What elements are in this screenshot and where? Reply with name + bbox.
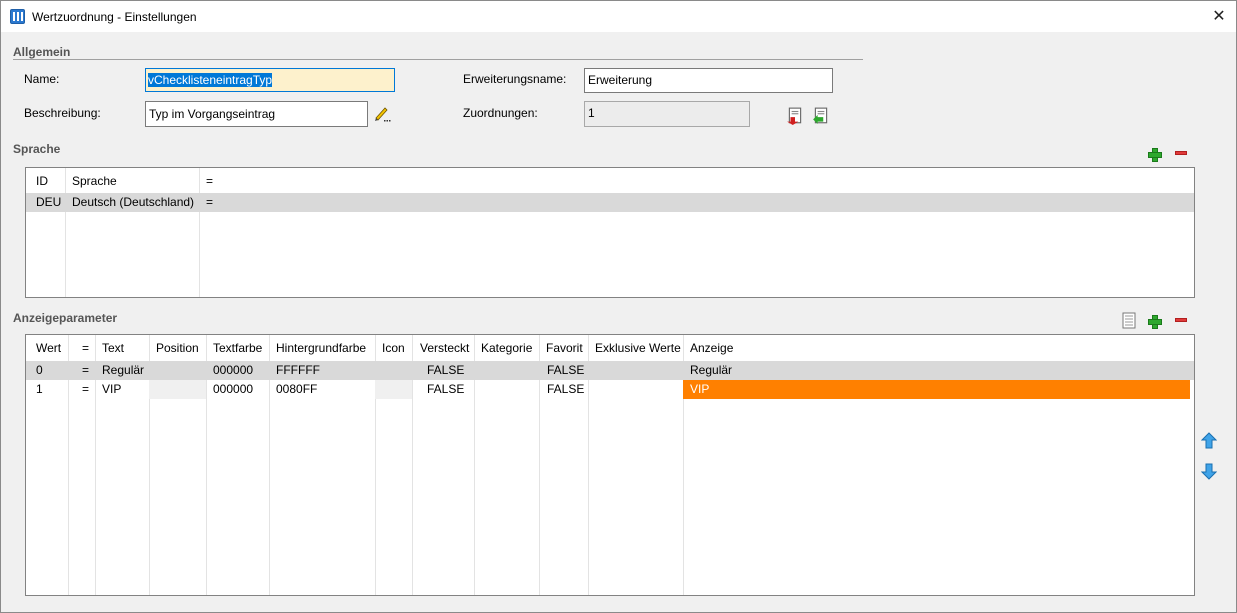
beschreibung-field[interactable]: Typ im Vorgangseintrag [145, 101, 368, 127]
zuordnungen-label: Zuordnungen: [463, 106, 538, 120]
name-label: Name: [24, 72, 60, 86]
cell-favorit: FALSE [547, 382, 585, 396]
column-header-wert[interactable]: Wert [36, 341, 61, 355]
close-button[interactable]: ✕ [1202, 1, 1236, 32]
column-header-kategorie[interactable]: Kategorie [481, 341, 532, 355]
section-divider [13, 59, 863, 60]
cell-favorit: FALSE [547, 363, 585, 377]
column-header-exklusive-werte[interactable]: Exklusive Werte [595, 341, 681, 355]
add-icon[interactable] [1148, 148, 1162, 162]
section-title-sprache: Sprache [13, 142, 61, 156]
name-value: vChecklisteneintragTyp [148, 73, 273, 87]
cell-wert: 0 [36, 363, 43, 377]
column-header-icon[interactable]: Icon [382, 341, 405, 355]
cell-text: VIP [102, 382, 122, 396]
arrow-down-icon[interactable] [1201, 462, 1217, 480]
list-icon[interactable] [1120, 312, 1138, 330]
export-icon[interactable] [786, 107, 804, 125]
column-header-sprache[interactable]: Sprache [72, 174, 117, 188]
title-bar: Wertzuordnung - Einstellungen ✕ [1, 1, 1236, 32]
table-row[interactable]: DEU Deutsch (Deutschland) = [26, 193, 1194, 212]
add-icon[interactable] [1148, 315, 1162, 329]
table-row[interactable]: 0 = Regulär 000000 FFFFFF FALSE FALSE Re… [26, 361, 1194, 380]
cell-equals: = [82, 382, 90, 396]
import-icon[interactable] [812, 107, 830, 125]
cell-text: Regulär [102, 363, 145, 377]
erweiterungsname-label: Erweiterungsname: [463, 72, 567, 86]
section-title-anzeigeparameter: Anzeigeparameter [13, 311, 118, 325]
column-header-id[interactable]: ID [36, 174, 48, 188]
column-header-equals[interactable]: = [82, 341, 89, 355]
window-app-icon [10, 9, 25, 24]
section-title-allgemein: Allgemein [13, 45, 71, 59]
column-header-textfarbe[interactable]: Textfarbe [213, 341, 262, 355]
cell-hintergrundfarbe: FFFFFF [276, 363, 320, 377]
window-title: Wertzuordnung - Einstellungen [32, 10, 197, 24]
remove-icon[interactable] [1175, 151, 1187, 155]
column-header-hintergrundfarbe[interactable]: Hintergrundfarbe [276, 341, 366, 355]
column-header-position[interactable]: Position [156, 341, 199, 355]
anzeigeparameter-table[interactable]: Wert = Text Position Textfarbe Hintergru… [25, 334, 1195, 596]
settings-window: Wertzuordnung - Einstellungen ✕ Allgemei… [0, 0, 1237, 613]
cell-equals: = [82, 363, 90, 377]
column-header-anzeige[interactable]: Anzeige [690, 341, 733, 355]
remove-icon[interactable] [1175, 318, 1187, 322]
cell-versteckt: FALSE [427, 382, 465, 396]
cell-equals: = [206, 195, 214, 209]
cell-id: DEU [36, 195, 62, 209]
table-row[interactable]: 1 = VIP 000000 0080FF FALSE FALSE VIP [26, 380, 1194, 399]
cell-anzeige: VIP [690, 382, 710, 396]
arrow-up-icon[interactable] [1201, 432, 1217, 450]
pencil-icon[interactable] [373, 105, 391, 123]
erweiterungsname-field[interactable]: Erweiterung [584, 68, 833, 93]
cell-textfarbe: 000000 [213, 363, 254, 377]
cell-sprache: Deutsch (Deutschland) [72, 195, 195, 209]
cell-textfarbe: 000000 [213, 382, 254, 396]
anzeige-color-preview [683, 380, 1190, 399]
column-header-text[interactable]: Text [102, 341, 124, 355]
cell-wert: 1 [36, 382, 43, 396]
sprache-table[interactable]: ID Sprache = DEU Deutsch (Deutschland) = [25, 167, 1195, 298]
zuordnungen-field: 1 [584, 101, 750, 127]
name-field[interactable]: vChecklisteneintragTyp [145, 68, 395, 92]
column-header-favorit[interactable]: Favorit [546, 341, 583, 355]
column-header-versteckt[interactable]: Versteckt [420, 341, 469, 355]
cell-anzeige: Regulär [690, 363, 733, 377]
beschreibung-label: Beschreibung: [24, 106, 101, 120]
column-header-equals[interactable]: = [206, 174, 213, 188]
cell-versteckt: FALSE [427, 363, 465, 377]
cell-hintergrundfarbe: 0080FF [276, 382, 318, 396]
